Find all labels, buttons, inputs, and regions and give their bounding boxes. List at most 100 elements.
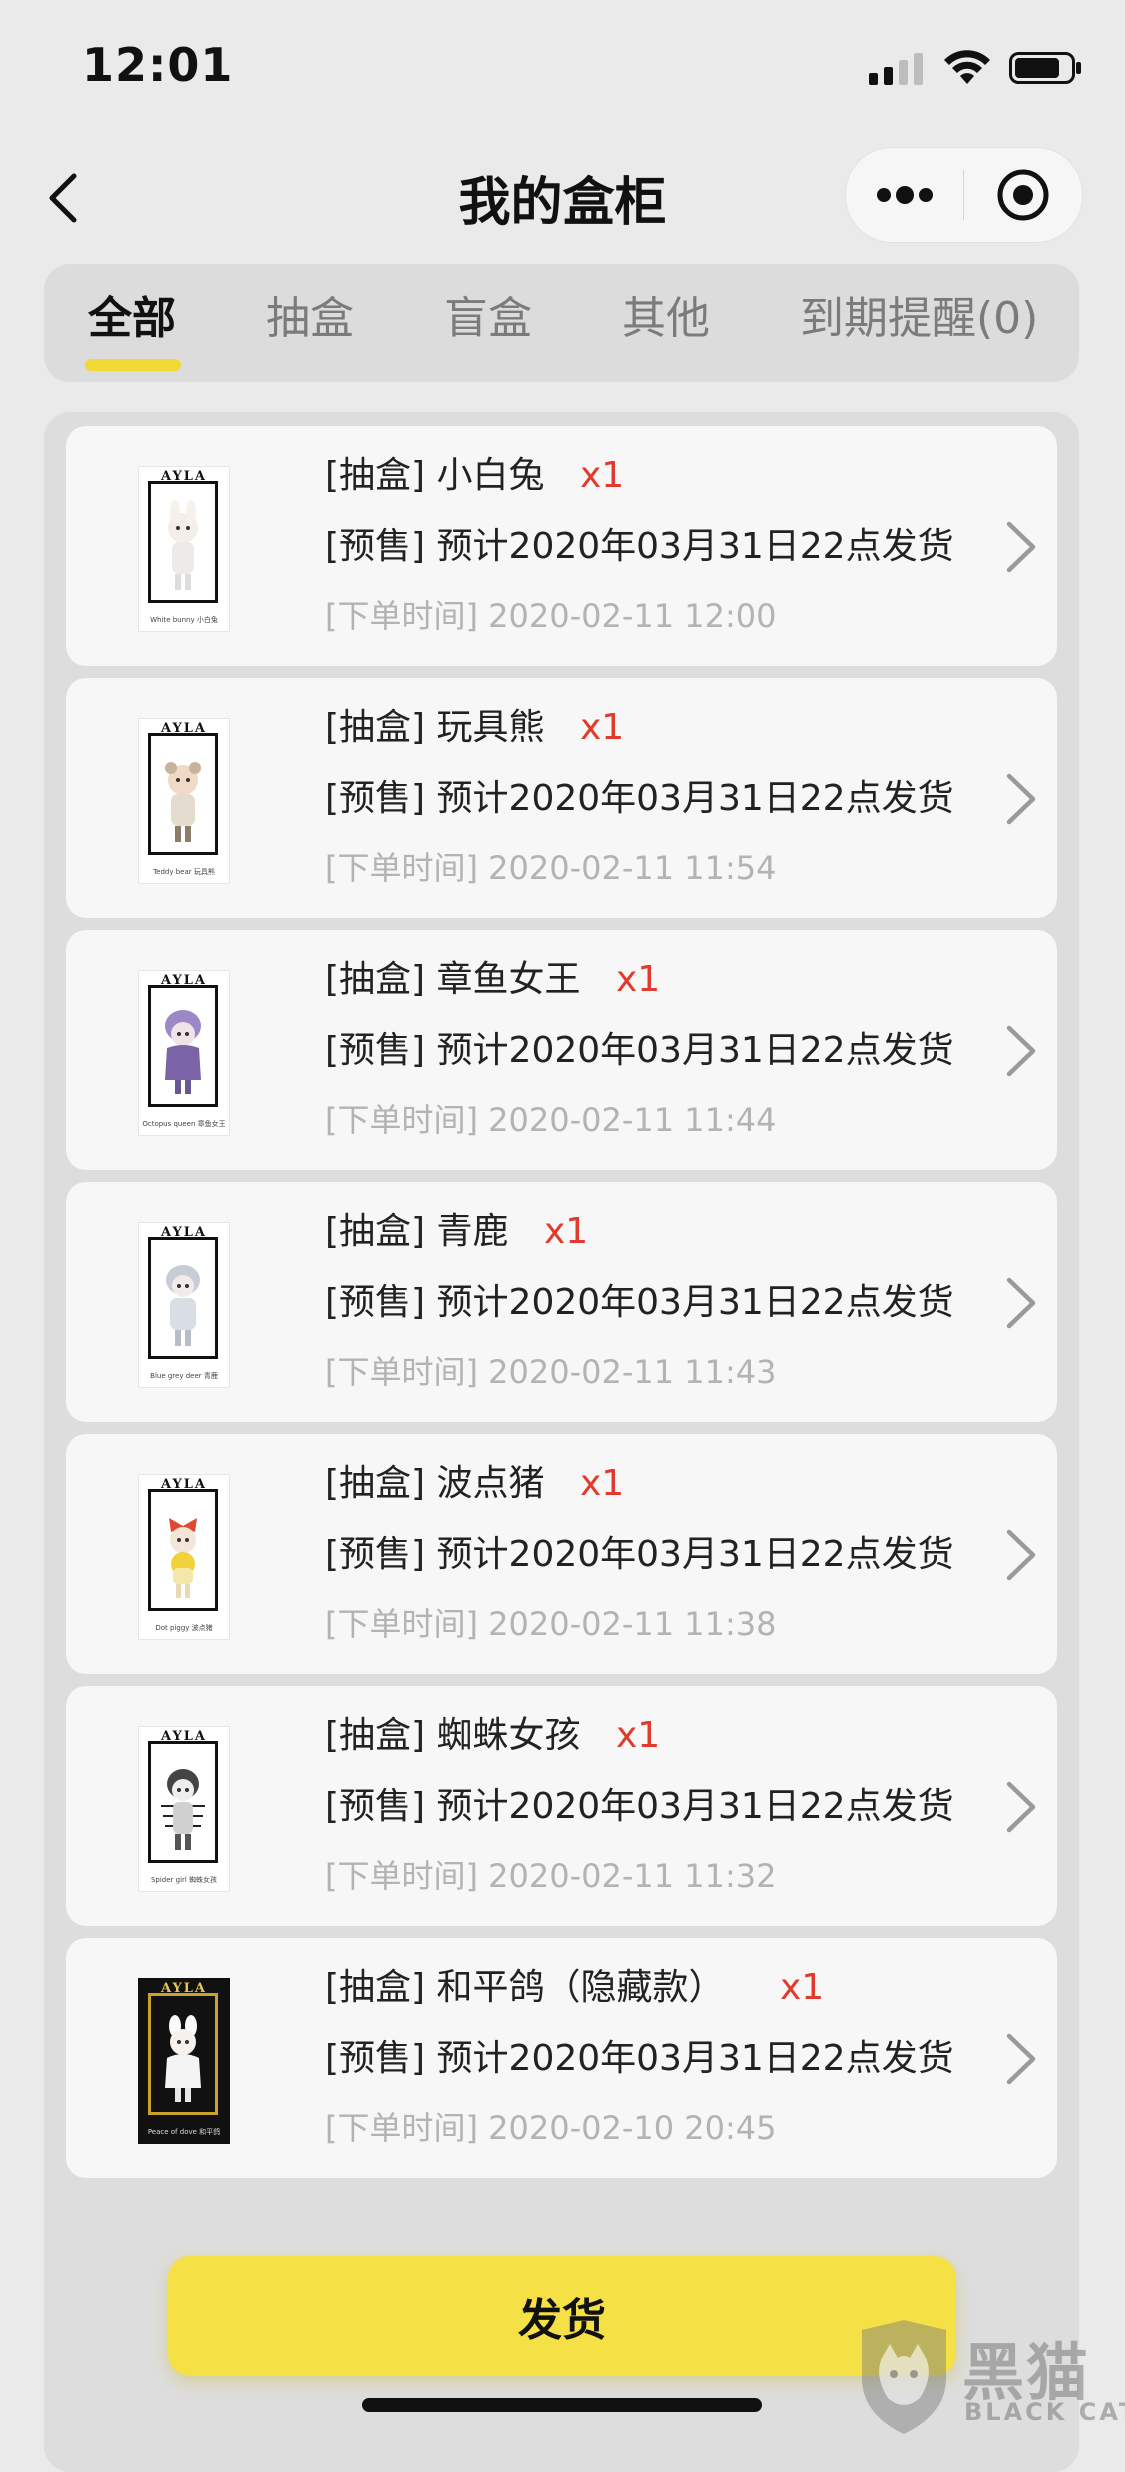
- wifi-icon: [944, 50, 990, 84]
- order-time: [下单时间] 2020-02-11 12:00: [325, 597, 777, 635]
- thumb-brand: AYLA: [161, 1981, 207, 1996]
- chevron-right-icon: [1006, 1781, 1036, 1833]
- product-thumbnail: AYLA White bunny 小白兔: [138, 466, 230, 632]
- figure-illustration: [161, 1769, 205, 1850]
- product-name: [抽盒] 玩具熊: [325, 707, 545, 748]
- mini-program-capsule: [845, 147, 1083, 243]
- presale-info: [预售] 预计2020年03月31日22点发货: [325, 1786, 954, 1827]
- product-name-line: [抽盒] 小白兔 x1: [325, 454, 624, 498]
- order-card[interactable]: AYLA Spider girl 蜘蛛女孩 [抽盒] 蜘蛛女孩 x1 [预售] …: [66, 1686, 1057, 1926]
- status-bar: 12:01: [0, 0, 1125, 140]
- ship-button[interactable]: 发货: [168, 2256, 956, 2376]
- presale-info: [预售] 预计2020年03月31日22点发货: [325, 1030, 954, 1071]
- home-indicator: [362, 2398, 762, 2412]
- target-close-icon[interactable]: [964, 148, 1081, 242]
- presale-info: [预售] 预计2020年03月31日22点发货: [325, 2038, 954, 2079]
- presale-info: [预售] 预计2020年03月31日22点发货: [325, 778, 954, 819]
- poster-frame: [148, 733, 218, 855]
- quantity: x1: [580, 1463, 625, 1504]
- thumb-brand: AYLA: [161, 1729, 207, 1744]
- order-list: AYLA White bunny 小白兔 [抽盒] 小白兔 x1 [预售] 预计…: [44, 412, 1079, 2472]
- thumb-brand: AYLA: [161, 973, 207, 988]
- order-time: [下单时间] 2020-02-11 11:43: [325, 1353, 777, 1391]
- product-name-line: [抽盒] 玩具熊 x1: [325, 706, 624, 750]
- active-tab-indicator: [85, 359, 181, 371]
- figure-illustration: [165, 762, 201, 842]
- product-name: [抽盒] 青鹿: [325, 1211, 509, 1252]
- thumb-caption: Octopus queen 章鱼女王: [142, 1120, 226, 1128]
- quantity: x1: [580, 707, 625, 748]
- product-thumbnail: AYLA Blue grey deer 青鹿: [138, 1222, 230, 1388]
- more-dots-icon[interactable]: [846, 148, 963, 242]
- quantity: x1: [580, 455, 625, 496]
- product-name: [抽盒] 章鱼女王: [325, 959, 581, 1000]
- product-thumbnail: AYLA Spider girl 蜘蛛女孩: [138, 1726, 230, 1892]
- thumb-brand: AYLA: [161, 1477, 207, 1492]
- chevron-right-icon: [1006, 1529, 1036, 1581]
- order-time: [下单时间] 2020-02-11 11:32: [325, 1857, 777, 1895]
- product-name: [抽盒] 和平鸽（隐藏款）: [325, 1967, 725, 2008]
- thumb-brand: AYLA: [161, 469, 207, 484]
- order-card[interactable]: AYLA White bunny 小白兔 [抽盒] 小白兔 x1 [预售] 预计…: [66, 426, 1057, 666]
- status-time: 12:01: [82, 38, 234, 92]
- thumb-caption: White bunny 小白兔: [150, 616, 218, 624]
- nav-bar: 我的盒柜: [0, 140, 1125, 260]
- thumb-caption: Peace of dove 和平鸽: [147, 2128, 221, 2136]
- product-name-line: [抽盒] 章鱼女王 x1: [325, 958, 660, 1002]
- figure-illustration: [169, 1518, 197, 1598]
- thumb-caption: Dot piggy 波点猪: [155, 1624, 213, 1632]
- quantity: x1: [544, 1211, 589, 1252]
- product-thumbnail: AYLA Peace of dove 和平鸽: [138, 1978, 230, 2144]
- poster-frame: [148, 1489, 218, 1611]
- chevron-right-icon: [1006, 773, 1036, 825]
- quantity: x1: [780, 1967, 825, 2008]
- presale-info: [预售] 预计2020年03月31日22点发货: [325, 1534, 954, 1575]
- order-card[interactable]: AYLA Teddy bear 玩具熊 [抽盒] 玩具熊 x1 [预售] 预计2…: [66, 678, 1057, 918]
- product-thumbnail: AYLA Dot piggy 波点猪: [138, 1474, 230, 1640]
- tab-draw-box[interactable]: 抽盒: [266, 284, 354, 354]
- tab-other[interactable]: 其他: [622, 284, 710, 354]
- chevron-right-icon: [1006, 1025, 1036, 1077]
- product-name: [抽盒] 小白兔: [325, 455, 545, 496]
- order-card[interactable]: AYLA Octopus queen 章鱼女王 [抽盒] 章鱼女王 x1 [预售…: [66, 930, 1057, 1170]
- cat-shield-logo: [862, 2320, 946, 2434]
- tab-expiry-reminder[interactable]: 到期提醒(0): [800, 284, 1038, 354]
- tab-all[interactable]: 全部: [88, 284, 176, 354]
- poster-frame: [148, 1741, 218, 1863]
- poster-frame: [148, 1993, 218, 2115]
- figure-illustration: [165, 1010, 201, 1094]
- thumb-caption: Teddy bear 玩具熊: [153, 868, 215, 876]
- chevron-right-icon: [1006, 2033, 1036, 2085]
- order-time: [下单时间] 2020-02-10 20:45: [325, 2109, 777, 2147]
- order-time: [下单时间] 2020-02-11 11:38: [325, 1605, 777, 1643]
- chevron-right-icon: [1006, 521, 1036, 573]
- battery-icon: [1009, 52, 1081, 84]
- product-name: [抽盒] 蜘蛛女孩: [325, 1715, 581, 1756]
- chevron-right-icon: [1006, 1277, 1036, 1329]
- figure-illustration: [151, 1996, 215, 2112]
- thumb-brand: AYLA: [161, 1225, 207, 1240]
- poster-frame: [148, 481, 218, 603]
- order-time: [下单时间] 2020-02-11 11:54: [325, 849, 777, 887]
- product-thumbnail: AYLA Teddy bear 玩具熊: [138, 718, 230, 884]
- category-tabs: 全部 抽盒 盲盒 其他 到期提醒(0): [44, 264, 1079, 382]
- product-name-line: [抽盒] 波点猪 x1: [325, 1462, 624, 1506]
- figure-illustration: [168, 500, 198, 590]
- thumb-caption: Blue grey deer 青鹿: [150, 1372, 218, 1380]
- status-icons: [869, 50, 1083, 86]
- product-name: [抽盒] 波点猪: [325, 1463, 545, 1504]
- tab-blind-box[interactable]: 盲盒: [444, 284, 532, 354]
- black-cat-watermark: 黑猫 BLACK CAT: [854, 2318, 1125, 2436]
- order-card[interactable]: AYLA Peace of dove 和平鸽 [抽盒] 和平鸽（隐藏款） x1 …: [66, 1938, 1057, 2178]
- product-name-line: [抽盒] 青鹿 x1: [325, 1210, 588, 1254]
- quantity: x1: [616, 959, 661, 1000]
- watermark-en: BLACK CAT: [964, 2398, 1125, 2426]
- thumb-brand: AYLA: [161, 721, 207, 736]
- order-card[interactable]: AYLA Blue grey deer 青鹿 [抽盒] 青鹿 x1 [预售] 预…: [66, 1182, 1057, 1422]
- order-card[interactable]: AYLA Dot piggy 波点猪 [抽盒] 波点猪 x1 [预售] 预计20…: [66, 1434, 1057, 1674]
- product-name-line: [抽盒] 和平鸽（隐藏款） x1: [325, 1966, 824, 2010]
- product-name-line: [抽盒] 蜘蛛女孩 x1: [325, 1714, 660, 1758]
- presale-info: [预售] 预计2020年03月31日22点发货: [325, 526, 954, 567]
- poster-frame: [148, 985, 218, 1107]
- poster-frame: [148, 1237, 218, 1359]
